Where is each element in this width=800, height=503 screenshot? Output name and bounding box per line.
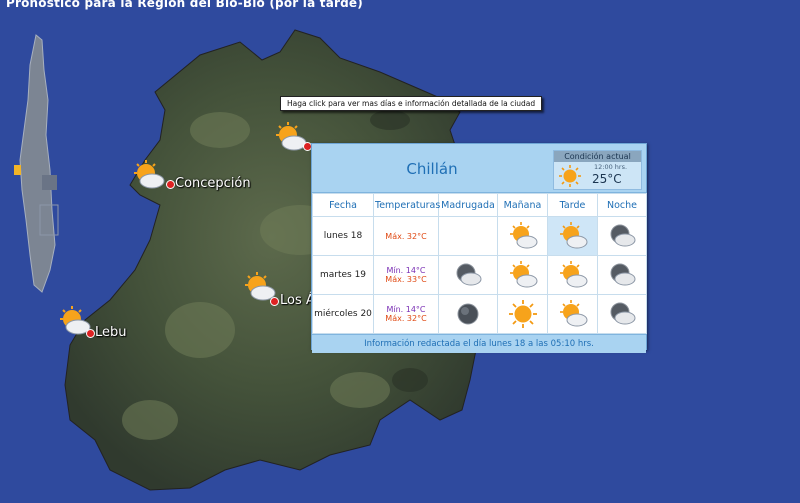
region-highlight [14,165,21,175]
chile-strip-map [19,34,56,293]
sun-icon [559,165,581,187]
panel-header: Chillán Condición actual 12:00 hrs. 25°C [312,144,646,193]
table-row: miércoles 20 Mín. 14°C Máx. 32°C [312,294,647,334]
col-header-afternoon: Tarde [547,193,598,217]
city-dot-los-angeles[interactable] [270,297,279,306]
city-dot-lebu[interactable] [86,329,95,338]
partly-cloudy-icon [60,306,91,335]
afternoon-cell [547,216,598,256]
night-cell [597,255,647,295]
night-clear-icon [457,303,479,325]
weather-marker-concepcion[interactable] [132,160,166,190]
date-cell: lunes 18 [312,216,374,256]
night-cloudy-icon [610,263,636,286]
partly-cloudy-icon [509,261,537,288]
min-temp: Mín. 14°C [386,305,426,314]
panel-city-title: Chillán [406,160,458,178]
sun-icon [508,300,537,328]
partly-cloudy-icon [134,160,165,189]
night-cloudy-icon [610,302,636,325]
afternoon-cell [547,294,598,334]
partly-cloudy-icon [559,261,587,288]
city-label-concepcion[interactable]: Concepción [175,176,251,191]
current-condition-temp: 25°C [592,172,622,186]
forecast-table: Fecha Temperaturas Madrugada Mañana Tard… [312,193,647,334]
city-label-los-angeles[interactable]: Los Á [280,293,315,308]
partly-cloudy-icon [276,122,307,151]
temperature-cell: Máx. 32°C [373,216,439,256]
morning-cell [497,294,548,334]
forecast-panel: Chillán Condición actual 12:00 hrs. 25°C [311,143,647,353]
early-morning-cell [438,216,498,256]
partly-cloudy-icon [559,222,587,249]
temperature-cell: Mín. 14°C Máx. 32°C [373,294,439,334]
morning-cell [497,255,548,295]
min-temp: Mín. 14°C [386,266,426,275]
night-cloudy-icon [456,263,482,286]
partly-cloudy-icon [509,222,537,249]
partly-cloudy-icon [559,300,587,327]
panel-footer: Información redactada el día lunes 18 a … [312,334,646,353]
date-cell: martes 19 [312,255,374,295]
col-header-temperatures: Temperaturas [373,193,440,217]
night-cell [597,294,647,334]
col-header-early-morning: Madrugada [438,193,498,217]
max-temp: Máx. 32°C [385,314,427,323]
temperature-cell: Mín. 14°C Máx. 33°C [373,255,439,295]
current-condition-box: Condición actual 12:00 hrs. 25°C [553,150,642,190]
max-temp: Máx. 32°C [385,231,427,241]
col-header-night: Noche [597,193,647,217]
date-cell: miércoles 20 [312,294,374,334]
table-row: lunes 18 Máx. 32°C [312,216,647,256]
night-cell [597,216,647,256]
forecast-header-row: Fecha Temperaturas Madrugada Mañana Tard… [312,193,647,217]
table-row: martes 19 Mín. 14°C Máx. 33°C [312,255,647,295]
current-condition-time: 12:00 hrs. [594,163,628,171]
col-header-date: Fecha [312,193,374,217]
night-cloudy-icon [610,224,636,247]
morning-cell [497,216,548,256]
current-condition-title: Condición actual [554,151,641,162]
tooltip: Haga click para ver mas días e informaci… [280,96,543,111]
city-label-lebu[interactable]: Lebu [95,325,127,340]
afternoon-cell [547,255,598,295]
city-dot-concepcion[interactable] [166,180,175,189]
early-morning-cell [438,294,498,334]
max-temp: Máx. 33°C [385,275,427,284]
early-morning-cell [438,255,498,295]
partly-cloudy-icon [245,272,276,301]
col-header-morning: Mañana [497,193,548,217]
